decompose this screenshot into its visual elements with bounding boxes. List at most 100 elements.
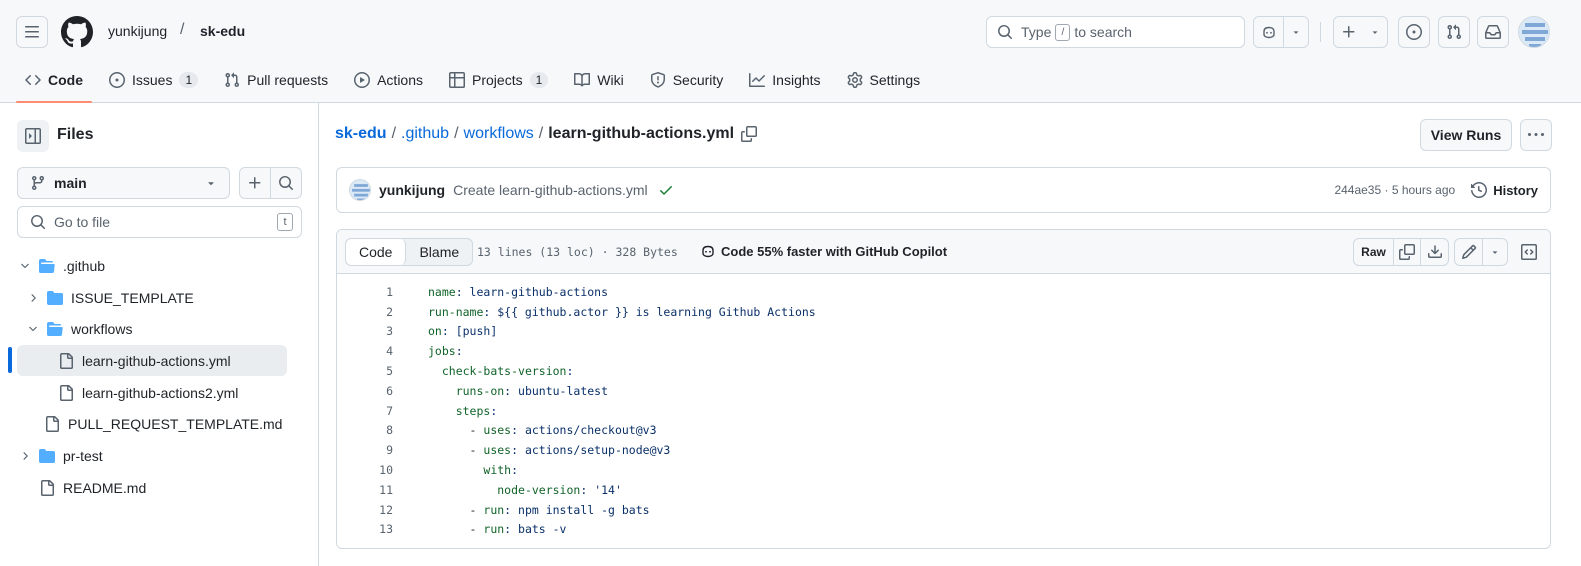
- line-content: runs-on: ubuntu-latest: [455, 383, 609, 398]
- tree-item-label: PULL_REQUEST_TEMPLATE.md: [68, 415, 283, 432]
- tree-folder-workflows[interactable]: workflows: [25, 313, 287, 344]
- tree-item-label: .github: [63, 257, 106, 274]
- line-content: - uses: actions/setup-node@v3: [428, 443, 671, 458]
- owner-link[interactable]: yunkijung: [108, 23, 167, 39]
- raw-button[interactable]: Raw: [1354, 239, 1394, 265]
- search-suffix: to search: [1074, 24, 1132, 40]
- copy-path-button[interactable]: [741, 126, 758, 142]
- tab-insights[interactable]: Insights: [740, 62, 829, 98]
- issues-button[interactable]: [1398, 16, 1430, 48]
- line-number[interactable]: 13: [337, 522, 393, 536]
- code-view-tab[interactable]: Code: [346, 239, 407, 265]
- blame-view-tab[interactable]: Blame: [406, 239, 472, 265]
- folder-open-icon: [47, 321, 63, 337]
- tab-settings[interactable]: Settings: [838, 62, 930, 98]
- line-number[interactable]: 8: [337, 423, 393, 437]
- tree-folder-pr-test[interactable]: pr-test: [17, 440, 287, 471]
- latest-commit-bar: yunkijung Create learn-github-actions.ym…: [336, 167, 1551, 213]
- create-new-button[interactable]: [1334, 17, 1363, 47]
- search-icon: [279, 176, 294, 191]
- file-stats: 13 lines (13 loc) · 328 Bytes: [477, 245, 678, 259]
- tab-issues[interactable]: Issues 1: [100, 62, 207, 98]
- tree-folder-issue-template[interactable]: ISSUE_TEMPLATE: [25, 282, 287, 313]
- code-icon: [25, 72, 41, 88]
- collapse-file-tree-button[interactable]: [17, 120, 49, 152]
- search-files-button[interactable]: [271, 168, 301, 198]
- commit-message-link[interactable]: Create learn-github-actions.yml: [453, 182, 648, 198]
- copy-raw-button[interactable]: [1394, 239, 1421, 265]
- repo-link[interactable]: sk-edu: [200, 23, 245, 39]
- tree-item-label: learn-github-actions2.yml: [82, 384, 239, 401]
- line-number[interactable]: 7: [337, 404, 393, 418]
- tab-pull-requests[interactable]: Pull requests: [215, 62, 337, 98]
- chevron-right-icon: [25, 292, 41, 304]
- line-number[interactable]: 6: [337, 384, 393, 398]
- create-new-split-button[interactable]: [1333, 16, 1388, 48]
- tab-security[interactable]: Security: [641, 62, 733, 98]
- create-new-dropdown[interactable]: [1363, 17, 1387, 47]
- symbols-panel-button[interactable]: [1515, 238, 1543, 266]
- tab-code[interactable]: Code: [16, 62, 92, 103]
- tab-label: Actions: [377, 72, 424, 88]
- pull-requests-button[interactable]: [1438, 16, 1470, 48]
- branch-selector[interactable]: main: [17, 167, 230, 199]
- inbox-button[interactable]: [1477, 16, 1509, 48]
- line-number[interactable]: 4: [337, 344, 393, 358]
- code-line: 6 runs-on: ubuntu-latest: [337, 381, 1550, 401]
- line-content: node-version: '14': [497, 482, 622, 497]
- chevron-down-icon: [25, 323, 41, 335]
- commit-author-link[interactable]: yunkijung: [379, 182, 445, 198]
- tree-file-learn-github-actions2[interactable]: learn-github-actions2.yml: [17, 377, 287, 408]
- commit-author-avatar[interactable]: [349, 179, 371, 201]
- tab-wiki[interactable]: Wiki: [565, 62, 632, 98]
- line-content: on: [push]: [428, 324, 498, 339]
- commit-meta[interactable]: 244ae35 · 5 hours ago: [1334, 183, 1455, 197]
- line-number[interactable]: 1: [337, 285, 393, 299]
- tab-label: Security: [672, 72, 724, 88]
- breadcrumb-github-link[interactable]: .github: [401, 125, 449, 143]
- line-content: jobs:: [428, 344, 463, 359]
- line-number[interactable]: 3: [337, 324, 393, 338]
- line-number[interactable]: 9: [337, 443, 393, 457]
- line-number[interactable]: 11: [337, 483, 393, 497]
- more-options-button[interactable]: [1520, 119, 1552, 151]
- history-button[interactable]: History: [1471, 182, 1538, 198]
- view-runs-button[interactable]: View Runs: [1420, 119, 1512, 151]
- search-input[interactable]: Type / to search: [986, 16, 1245, 48]
- copilot-dropdown-button[interactable]: [1284, 17, 1308, 47]
- tab-label: Insights: [772, 72, 821, 88]
- edit-options-dropdown[interactable]: [1483, 239, 1507, 265]
- copilot-promo-link[interactable]: Code 55% faster with GitHub Copilot: [700, 243, 947, 259]
- download-raw-button[interactable]: [1421, 239, 1448, 265]
- line-content: name: learn-github-actions: [428, 284, 609, 299]
- tree-item-label: workflows: [71, 320, 133, 337]
- line-number[interactable]: 5: [337, 364, 393, 378]
- kebab-horizontal-icon: [1528, 133, 1544, 136]
- breadcrumb-workflows-link[interactable]: workflows: [464, 125, 534, 143]
- tree-folder-github[interactable]: .github: [17, 250, 287, 281]
- edit-file-button[interactable]: [1455, 239, 1483, 265]
- tab-projects[interactable]: Projects 1: [440, 62, 557, 98]
- current-file-name: learn-github-actions.yml: [548, 125, 735, 142]
- line-number[interactable]: 10: [337, 463, 393, 477]
- hamburger-menu-button[interactable]: [16, 16, 48, 48]
- github-logo-icon[interactable]: [61, 16, 93, 48]
- line-number[interactable]: 2: [337, 305, 393, 319]
- tree-file-pull-request-template[interactable]: PULL_REQUEST_TEMPLATE.md: [17, 408, 287, 439]
- tab-actions[interactable]: Actions: [345, 62, 432, 98]
- user-avatar[interactable]: [1518, 16, 1550, 48]
- copilot-split-button[interactable]: [1253, 16, 1309, 48]
- line-number[interactable]: 12: [337, 503, 393, 517]
- tree-file-readme[interactable]: README.md: [17, 472, 287, 503]
- add-file-button[interactable]: [240, 168, 271, 198]
- gear-icon: [847, 72, 863, 88]
- breadcrumb-repo-link[interactable]: sk-edu: [335, 125, 387, 143]
- line-content: steps:: [455, 403, 498, 418]
- tree-file-learn-github-actions[interactable]: learn-github-actions.yml: [17, 345, 287, 376]
- go-to-file-input[interactable]: Go to file t: [17, 206, 302, 238]
- code-line: 8 - uses: actions/checkout@v3: [337, 421, 1550, 441]
- copilot-button[interactable]: [1254, 17, 1284, 47]
- git-pull-request-icon: [224, 72, 240, 88]
- line-content: - run: npm install -g bats: [428, 502, 650, 517]
- check-icon[interactable]: [658, 182, 674, 198]
